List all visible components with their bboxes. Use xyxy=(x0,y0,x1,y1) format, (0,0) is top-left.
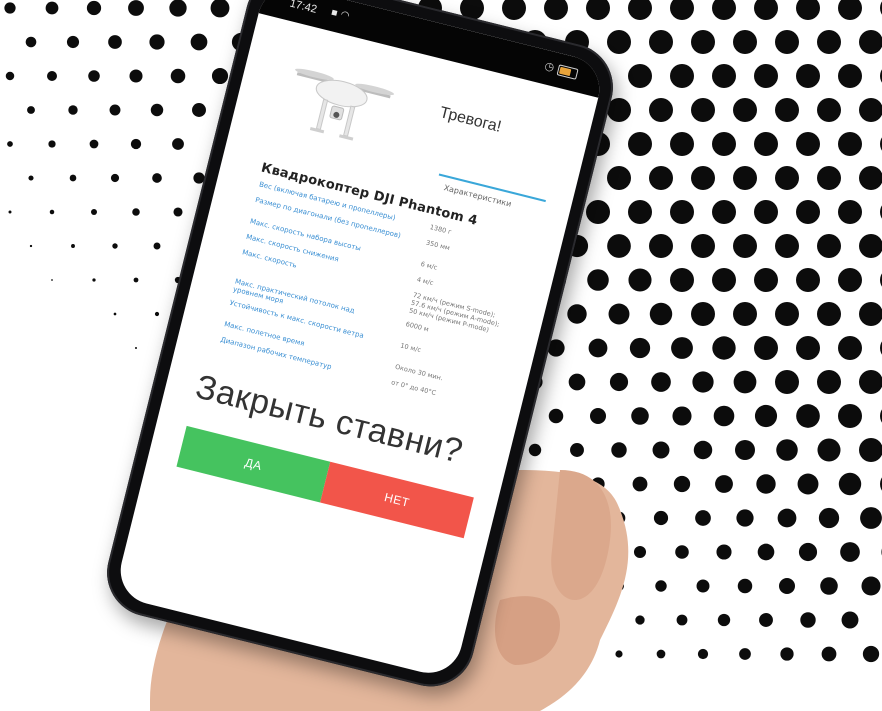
tab-characteristics[interactable]: Характеристики xyxy=(443,183,512,209)
no-button[interactable]: НЕТ xyxy=(320,461,474,539)
battery-fill xyxy=(558,66,572,77)
battery-icon xyxy=(556,64,579,80)
status-time: 17:42 xyxy=(288,0,319,16)
alarm-clock-icon: ◷ xyxy=(543,59,556,75)
yes-button[interactable]: ДА xyxy=(176,425,331,503)
drone-image xyxy=(295,68,395,141)
alarm-title: Тревога! xyxy=(437,104,503,136)
signal-icons: ▪ ◠ xyxy=(329,6,351,22)
